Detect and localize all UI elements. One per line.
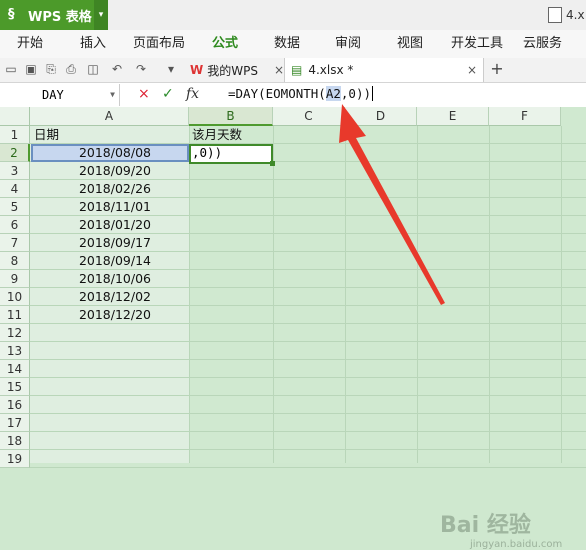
grid-line (30, 395, 586, 396)
spreadsheet-file-icon (548, 7, 562, 23)
row-header-16[interactable]: 16 (0, 396, 30, 414)
app-menu-button[interactable]: § WPS 表格 (0, 0, 94, 30)
menu-formulas[interactable]: 公式 (212, 30, 238, 58)
cell-a5[interactable]: 2018/11/01 (31, 198, 151, 216)
wps-w-icon: W (190, 63, 204, 77)
menu-cloud-service[interactable]: 云服务 (523, 30, 562, 58)
cell-a11[interactable]: 2018/12/20 (31, 306, 151, 324)
grid-line (30, 413, 586, 414)
row-header-4[interactable]: 4 (0, 180, 30, 198)
xlsx-file-icon: ▤ (291, 63, 303, 77)
print-icon[interactable]: ⎙ (64, 62, 78, 76)
menu-developer[interactable]: 开发工具 (451, 30, 503, 58)
menu-data[interactable]: 数据 (274, 30, 300, 58)
fill-handle[interactable] (270, 161, 275, 166)
cell-a6[interactable]: 2018/01/20 (31, 216, 151, 234)
grid-line (30, 341, 586, 342)
column-header-b[interactable]: B (189, 107, 273, 126)
window-file-title: 4.x (566, 8, 585, 22)
row-header-18[interactable]: 18 (0, 432, 30, 450)
export-pdf-icon[interactable]: ⎘ (44, 62, 58, 76)
formula-ref: A2 (325, 86, 341, 101)
menu-home[interactable]: 开始 (17, 30, 43, 58)
row-header-19[interactable]: 19 (0, 450, 30, 468)
row-header-9[interactable]: 9 (0, 270, 30, 288)
cell-a7[interactable]: 2018/09/17 (31, 234, 151, 252)
select-all-corner[interactable] (0, 107, 30, 126)
column-header-e[interactable]: E (417, 107, 489, 126)
close-tab-my-wps-icon[interactable]: × (274, 63, 284, 77)
row-header-7[interactable]: 7 (0, 234, 30, 252)
app-name: WPS 表格 (28, 9, 92, 25)
title-bar: § WPS 表格 ▾ 4.x (0, 0, 586, 30)
row-header-17[interactable]: 17 (0, 414, 30, 432)
column-header-a[interactable]: A (30, 107, 189, 126)
cell-b1[interactable]: 该月天数 (192, 126, 242, 144)
print-preview-icon[interactable]: ◫ (86, 62, 100, 76)
cell-a8[interactable]: 2018/09/14 (31, 252, 151, 270)
confirm-formula-icon[interactable]: ✓ (162, 86, 174, 102)
formula-bar: DAY ▼ × ✓ fx =DAY(EOMONTH(A2,0)) (0, 83, 586, 108)
formula-suffix: ,0)) (340, 86, 372, 101)
grid-line (30, 449, 586, 450)
baidu-watermark-url: jingyan.baidu.com (470, 539, 563, 550)
ribbon-menu-bar: 开始 插入 页面布局 公式 数据 审阅 视图 开发工具 云服务 (0, 30, 586, 59)
grid-line (30, 467, 586, 468)
close-tab-4-xlsx-icon[interactable]: × (467, 63, 477, 77)
row-header-11[interactable]: 11 (0, 306, 30, 324)
cell-a4[interactable]: 2018/02/26 (31, 180, 151, 198)
grid-line (30, 431, 586, 432)
quick-toolbar: ▭ ▣ ⎘ ⎙ ◫ ↶ ↷ ▾ W 我的WPS × ▤ 4.xlsx * × + (0, 58, 586, 83)
formula-input[interactable]: =DAY(EOMONTH(A2,0)) (228, 86, 374, 101)
tab-my-wps-label: 我的WPS (207, 63, 258, 78)
tab-my-wps[interactable]: W 我的WPS × (186, 58, 290, 82)
grid-line (30, 359, 586, 360)
name-box-dropdown-icon[interactable]: ▼ (110, 84, 115, 106)
row-header-8[interactable]: 8 (0, 252, 30, 270)
cell-a9[interactable]: 2018/10/06 (31, 270, 151, 288)
app-menu-dropdown-icon[interactable]: ▾ (94, 0, 108, 30)
wps-logo-icon: § (8, 7, 15, 22)
cell-a1[interactable]: 日期 (34, 126, 59, 144)
cell-b2-editing-text: ,0)) (192, 145, 223, 160)
row-header-6[interactable]: 6 (0, 216, 30, 234)
name-box-value: DAY (42, 88, 64, 102)
row-header-1[interactable]: 1 (0, 126, 30, 144)
insert-function-icon[interactable]: fx (186, 86, 199, 102)
cell-a3[interactable]: 2018/09/20 (31, 162, 151, 180)
column-header-c[interactable]: C (273, 107, 345, 126)
row-header-15[interactable]: 15 (0, 378, 30, 396)
save-icon[interactable]: ▣ (24, 62, 38, 76)
row-header-3[interactable]: 3 (0, 162, 30, 180)
tab-4-xlsx[interactable]: ▤ 4.xlsx * × (284, 58, 484, 82)
column-header-d[interactable]: D (345, 107, 417, 126)
menu-view[interactable]: 视图 (397, 30, 423, 58)
baidu-watermark: Bai 经验 (440, 513, 531, 538)
row-header-5[interactable]: 5 (0, 198, 30, 216)
window-file-tab[interactable]: 4.x (548, 0, 585, 30)
cell-a2[interactable]: 2018/08/08 (31, 144, 151, 162)
row-header-14[interactable]: 14 (0, 360, 30, 378)
open-folder-icon[interactable]: ▭ (4, 62, 18, 76)
text-caret (372, 86, 374, 101)
row-header-10[interactable]: 10 (0, 288, 30, 306)
tab-4-xlsx-label: 4.xlsx * (308, 63, 354, 77)
column-header-f[interactable]: F (489, 107, 561, 126)
row-header-13[interactable]: 13 (0, 342, 30, 360)
row-header-12[interactable]: 12 (0, 324, 30, 342)
cancel-formula-icon[interactable]: × (138, 86, 150, 102)
grid-line (30, 377, 586, 378)
new-tab-plus-icon[interactable]: + (490, 61, 504, 77)
cell-a10[interactable]: 2018/12/02 (31, 288, 151, 306)
customize-toolbar-icon[interactable]: ▾ (164, 62, 178, 76)
row-header-2[interactable]: 2 (0, 144, 30, 162)
name-box[interactable]: DAY ▼ (0, 84, 120, 106)
menu-page-layout[interactable]: 页面布局 (133, 30, 185, 58)
formula-prefix: =DAY(EOMONTH( (228, 86, 326, 101)
spreadsheet-grid[interactable]: A B C D E F 1 2 3 4 5 6 7 8 9 10 11 12 13 14 15 16 17 18 1… (0, 107, 586, 550)
redo-icon[interactable]: ↷ (134, 62, 148, 76)
menu-insert[interactable]: 插入 (80, 30, 106, 58)
menu-review[interactable]: 审阅 (335, 30, 361, 58)
undo-icon[interactable]: ↶ (110, 62, 124, 76)
